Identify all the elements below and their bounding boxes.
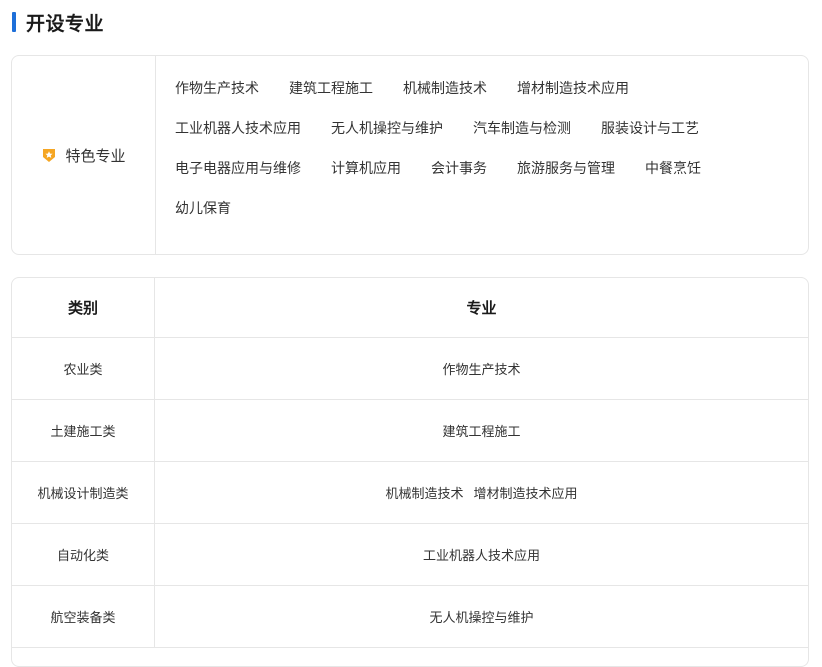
featured-majors-card: 特色专业 作物生产技术 建筑工程施工 机械制造技术 增材制造技术应用工业机器人技术应用… — [11, 55, 809, 255]
featured-major-link[interactable]: 增材制造技术应用 — [517, 80, 629, 98]
featured-label-cell: 特色专业 — [12, 56, 156, 254]
table-row: 航空装备类 无人机操控与维护 — [12, 586, 808, 648]
major-link[interactable]: 工业机器人技术应用 — [423, 545, 540, 564]
featured-major-link[interactable]: 电子电器应用与维修 — [175, 160, 301, 178]
tag-row: 幼儿保育 — [175, 200, 795, 240]
category-cell: 机械设计制造类 — [12, 462, 155, 523]
major-link[interactable]: 建筑工程施工 — [442, 421, 520, 440]
featured-major-link[interactable]: 建筑工程施工 — [289, 80, 373, 98]
featured-major-link[interactable]: 计算机应用 — [331, 160, 401, 178]
featured-major-link[interactable]: 旅游服务与管理 — [517, 160, 615, 178]
category-cell: 农业类 — [12, 338, 155, 399]
major-link[interactable]: 作物生产技术 — [442, 359, 520, 378]
featured-major-link[interactable]: 服装设计与工艺 — [601, 120, 699, 138]
header-major: 专业 — [466, 299, 497, 317]
section-title: 开设专业 — [26, 12, 105, 35]
featured-major-link[interactable]: 幼儿保育 — [175, 200, 231, 218]
accent-bar — [12, 12, 16, 32]
majors-cell: 无人机操控与维护 — [155, 586, 808, 647]
section-header: 开设专业 — [12, 10, 105, 35]
majors-cell: 工业机器人技术应用 — [155, 524, 808, 585]
featured-tag-list: 作物生产技术 建筑工程施工 机械制造技术 增材制造技术应用工业机器人技术应用 无人机操控… — [175, 80, 795, 240]
featured-major-link[interactable]: 机械制造技术 — [403, 80, 487, 98]
table-body: 农业类 作物生产技术 土建施工类 建筑工程施工 机械设计制造类 机械制造技术 增材制造技术应… — [12, 338, 808, 648]
table-row: 自动化类 工业机器人技术应用 — [12, 524, 808, 586]
category-cell: 土建施工类 — [12, 400, 155, 461]
major-link[interactable]: 增材制造技术应用 — [474, 483, 578, 502]
featured-major-link[interactable]: 作物生产技术 — [175, 80, 259, 98]
table-row: 农业类 作物生产技术 — [12, 338, 808, 400]
tag-row: 作物生产技术 建筑工程施工 机械制造技术 增材制造技术应用 — [175, 80, 795, 120]
majors-cell: 机械制造技术 增材制造技术应用 — [155, 462, 808, 523]
majors-cell: 建筑工程施工 — [155, 400, 808, 461]
table-row: 机械设计制造类 机械制造技术 增材制造技术应用 — [12, 462, 808, 524]
featured-major-link[interactable]: 工业机器人技术应用 — [175, 120, 301, 138]
featured-major-link[interactable]: 中餐烹饪 — [645, 160, 701, 178]
star-badge-icon — [41, 147, 57, 163]
featured-major-link[interactable]: 无人机操控与维护 — [331, 120, 443, 138]
header-category: 类别 — [12, 278, 155, 337]
featured-major-link[interactable]: 汽车制造与检测 — [473, 120, 571, 138]
featured-label: 特色专业 — [65, 146, 126, 165]
tag-row: 电子电器应用与维修 计算机应用 会计事务 旅游服务与管理 中餐烹饪 — [175, 160, 795, 200]
major-link[interactable]: 机械制造技术 — [385, 483, 463, 502]
majors-cell: 作物生产技术 — [155, 338, 808, 399]
major-link[interactable]: 无人机操控与维护 — [429, 607, 533, 626]
category-cell: 航空装备类 — [12, 586, 155, 647]
table-header-row: 类别 专业 — [12, 278, 808, 338]
majors-table: 类别 专业 农业类 作物生产技术 土建施工类 建筑工程施工 机械设计制造类 机械制造技术增… — [11, 277, 809, 667]
table-row: 土建施工类 建筑工程施工 — [12, 400, 808, 462]
featured-major-link[interactable]: 会计事务 — [431, 160, 487, 178]
tag-row: 工业机器人技术应用 无人机操控与维护 汽车制造与检测 服装设计与工艺 — [175, 120, 795, 160]
category-cell: 自动化类 — [12, 524, 155, 585]
